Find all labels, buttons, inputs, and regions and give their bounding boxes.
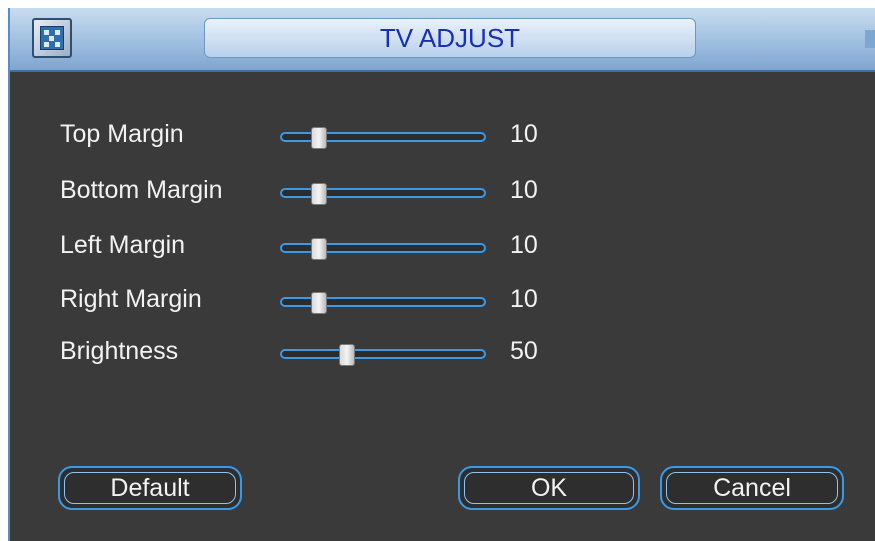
setting-value: 10: [510, 285, 538, 313]
ok-button[interactable]: OK: [458, 466, 640, 510]
setting-label: Left Margin: [60, 231, 186, 259]
slider-track[interactable]: [280, 349, 486, 359]
app-window-icon: [32, 18, 72, 58]
slider-thumb[interactable]: [310, 238, 327, 260]
bottom-margin-slider[interactable]: [280, 183, 486, 205]
right-margin-slider[interactable]: [280, 292, 486, 314]
default-button[interactable]: Default: [58, 466, 242, 510]
setting-row-left-margin: Left Margin 10: [10, 227, 875, 267]
slider-thumb[interactable]: [310, 183, 327, 205]
dialog-title: TV ADJUST: [204, 18, 696, 58]
setting-row-bottom-margin: Bottom Margin 10: [10, 172, 875, 212]
title-bar[interactable]: TV ADJUST: [10, 8, 875, 72]
setting-value: 10: [510, 231, 538, 259]
top-margin-slider[interactable]: [280, 127, 486, 149]
setting-row-top-margin: Top Margin 10: [10, 116, 875, 156]
setting-label: Bottom Margin: [60, 176, 223, 204]
tv-adjust-dialog: TV ADJUST Top Margin 10 Bottom Margin 10…: [8, 8, 875, 541]
cancel-button[interactable]: Cancel: [660, 466, 844, 510]
left-margin-slider[interactable]: [280, 238, 486, 260]
setting-value: 10: [510, 176, 538, 204]
setting-row-right-margin: Right Margin 10: [10, 281, 875, 321]
setting-label: Brightness: [60, 337, 179, 365]
slider-thumb[interactable]: [310, 127, 327, 149]
setting-label: Right Margin: [60, 285, 202, 313]
slider-thumb[interactable]: [339, 344, 356, 366]
setting-value: 50: [510, 337, 538, 365]
brightness-slider[interactable]: [280, 344, 486, 366]
setting-value: 10: [510, 120, 538, 148]
title-bar-edge: [865, 30, 875, 48]
slider-thumb[interactable]: [310, 292, 327, 314]
setting-row-brightness: Brightness 50: [10, 333, 875, 373]
setting-label: Top Margin: [60, 120, 184, 148]
